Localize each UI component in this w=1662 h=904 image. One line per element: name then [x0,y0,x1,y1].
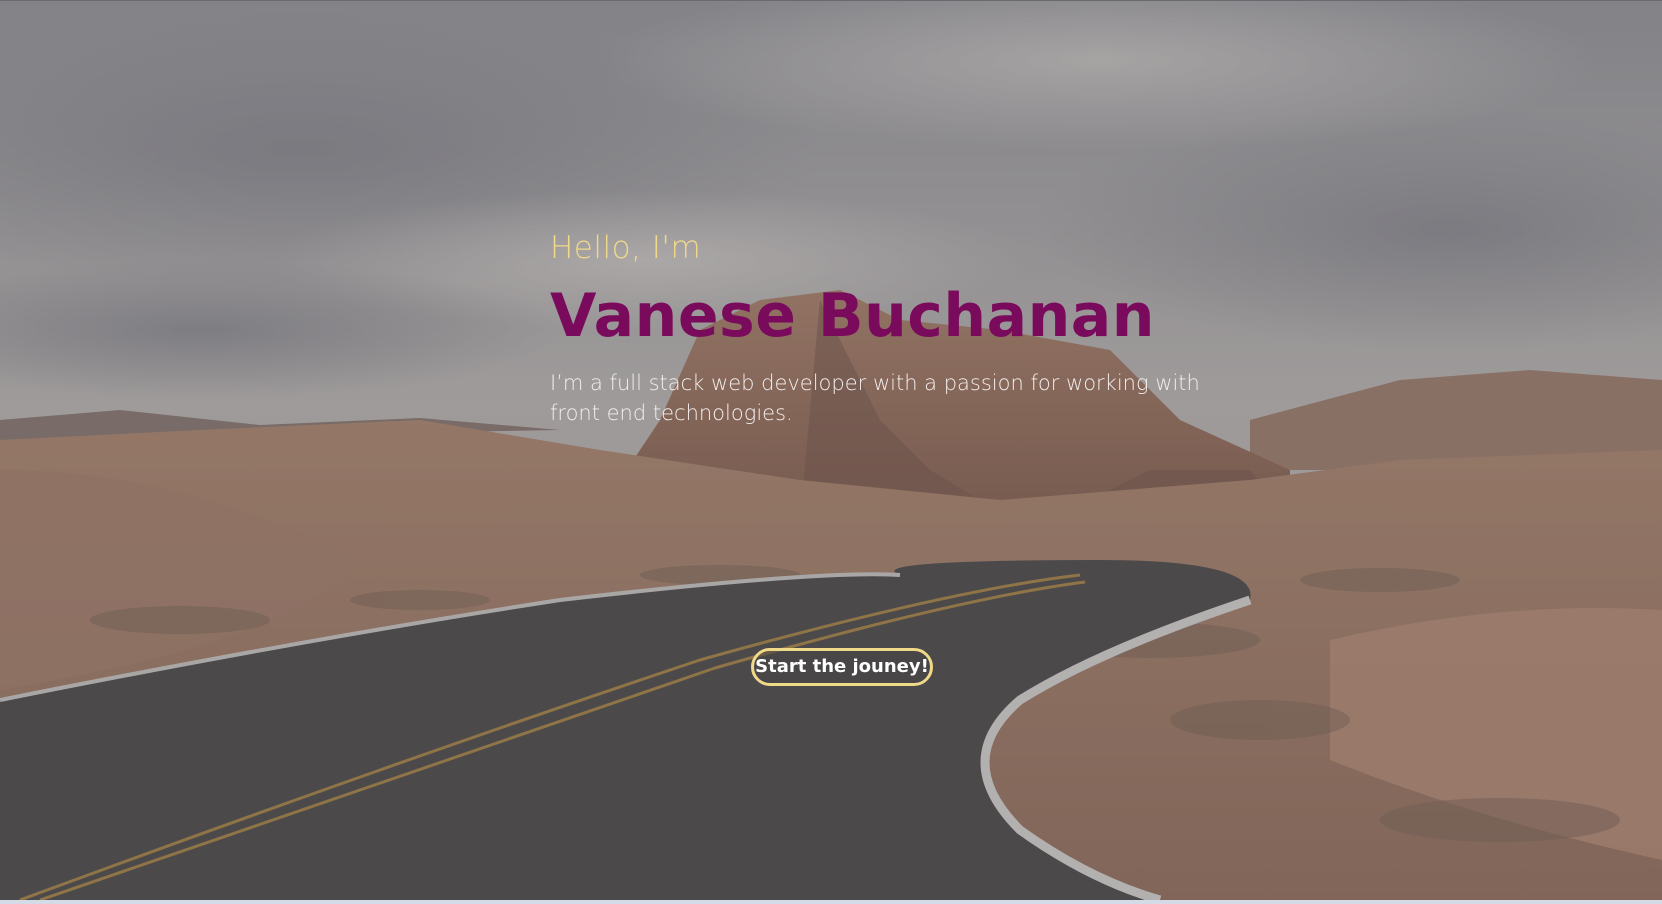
hero-section: Hello, I'm Vanese Buchanan I’m a full st… [0,0,1662,900]
hero-content: Hello, I'm Vanese Buchanan I’m a full st… [550,220,1250,428]
top-border [0,0,1662,1]
hero-name: Vanese Buchanan [550,281,1155,351]
greeting-text: Hello, I'm [550,230,702,266]
hero-tagline: I’m a full stack web developer with a pa… [550,371,1200,425]
dark-overlay [0,0,1662,900]
page-bottom-edge [0,900,1662,904]
start-journey-button[interactable]: Start the jouney! [751,648,933,686]
